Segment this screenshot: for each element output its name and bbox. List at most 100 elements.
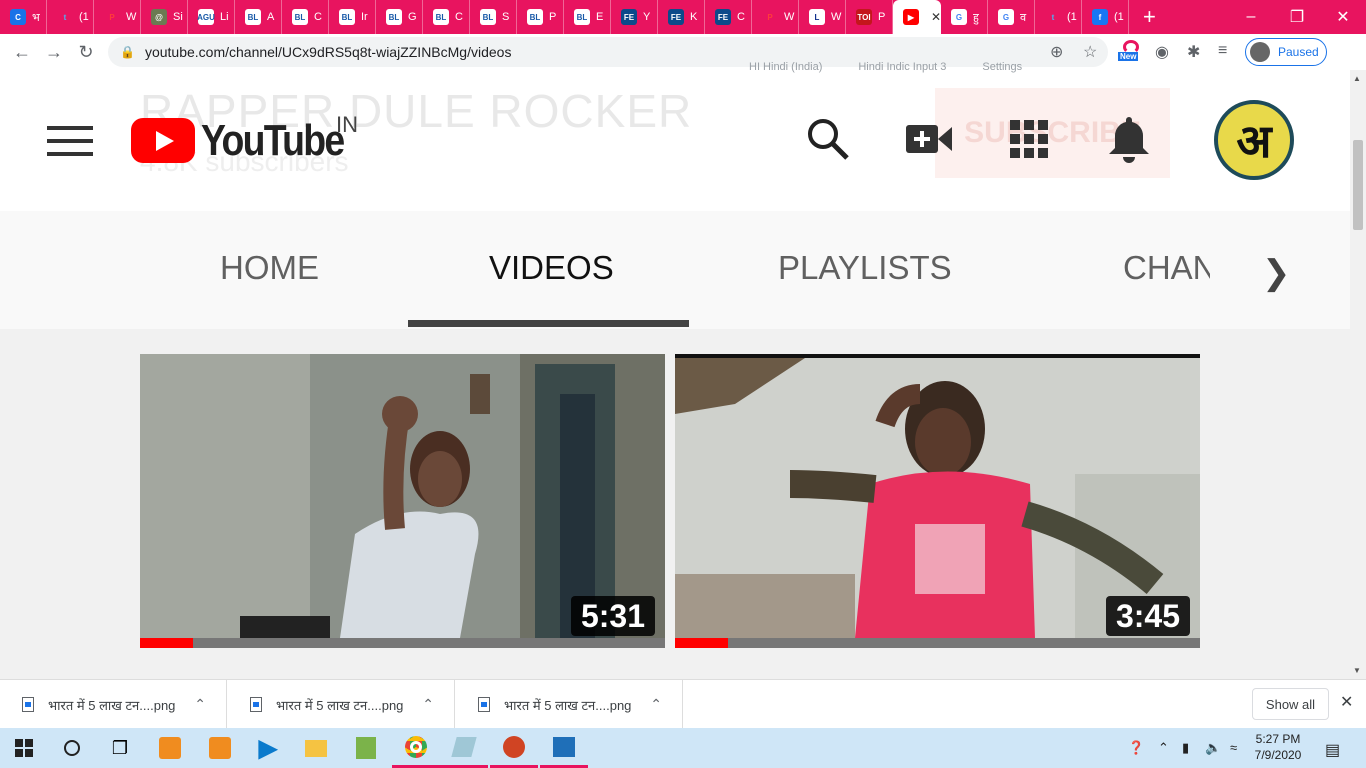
apps-grid-icon[interactable] bbox=[1005, 115, 1053, 163]
extension-new-icon[interactable]: New bbox=[1118, 40, 1144, 66]
browser-tab[interactable]: f (1 bbox=[1082, 0, 1129, 34]
browser-tab[interactable]: G हु bbox=[941, 0, 988, 34]
system-clock[interactable]: 5:27 PM 7/9/2020 bbox=[1248, 731, 1308, 763]
channel-avatar[interactable]: अ bbox=[1214, 100, 1294, 180]
minimize-button[interactable]: – bbox=[1228, 0, 1274, 34]
battery-icon[interactable]: ▮ bbox=[1182, 740, 1189, 756]
browser-tab[interactable]: BL E bbox=[564, 0, 611, 34]
download-item[interactable]: भारत में 5 लाख टन....png ⌃ bbox=[228, 680, 455, 729]
notifications-icon[interactable]: ▤ bbox=[1325, 740, 1340, 760]
tab-playlists[interactable]: PLAYLISTS bbox=[778, 249, 952, 287]
tab-favicon: BL bbox=[386, 9, 402, 25]
browser-tab[interactable]: FE C bbox=[705, 0, 752, 34]
ime-toolbar: HI Hindi (India) Hindi Indic Input 3 Set… bbox=[727, 58, 1083, 76]
profile-button[interactable]: Paused bbox=[1245, 38, 1327, 66]
restore-button[interactable]: ❐ bbox=[1274, 0, 1320, 34]
create-video-icon[interactable] bbox=[905, 115, 953, 163]
browser-tab[interactable]: t (1 bbox=[1035, 0, 1082, 34]
browser-tab[interactable]: ▶ ✕ bbox=[893, 0, 941, 34]
help-icon[interactable]: ❓ bbox=[1128, 740, 1144, 756]
chevron-up-icon[interactable]: ⌃ bbox=[650, 696, 662, 713]
browser-tab[interactable]: BL S bbox=[470, 0, 517, 34]
camera-extension-icon[interactable]: ◉ bbox=[1155, 42, 1169, 62]
ime-language[interactable]: HI Hindi (India) bbox=[749, 61, 822, 73]
browser-tab[interactable]: BL C bbox=[423, 0, 470, 34]
browser-tab[interactable]: BL P bbox=[517, 0, 564, 34]
chevron-up-icon[interactable]: ⌃ bbox=[422, 696, 434, 713]
download-item[interactable]: भारत में 5 लाख टन....png ⌃ bbox=[456, 680, 683, 729]
wifi-icon[interactable]: ≈ bbox=[1230, 740, 1237, 755]
browser-tab[interactable]: TOI P bbox=[846, 0, 893, 34]
tab-channels[interactable]: CHANNELS bbox=[1123, 249, 1210, 287]
new-tab-button[interactable]: + bbox=[1143, 4, 1163, 30]
tab-favicon: P bbox=[762, 9, 778, 25]
tab-title: Si bbox=[173, 11, 183, 23]
tab-home[interactable]: HOME bbox=[220, 249, 319, 287]
powerpoint-icon[interactable] bbox=[490, 728, 538, 768]
tab-favicon: BL bbox=[480, 9, 496, 25]
back-button[interactable]: ← bbox=[6, 36, 38, 68]
tab-title: K bbox=[690, 11, 698, 23]
download-filename: भारत में 5 लाख टन....png bbox=[504, 697, 632, 713]
task-view-icon[interactable]: ❐ bbox=[96, 728, 144, 768]
search-circle-icon[interactable] bbox=[48, 728, 96, 768]
browser-tab[interactable]: FE Y bbox=[611, 0, 658, 34]
browser-tab[interactable]: BL G bbox=[376, 0, 423, 34]
xampp-icon[interactable] bbox=[196, 728, 244, 768]
browser-tab[interactable]: @ Si bbox=[141, 0, 188, 34]
app-icon[interactable] bbox=[440, 728, 488, 768]
download-item[interactable]: भारत में 5 लाख टन....png ⌃ bbox=[0, 680, 227, 729]
browser-tab[interactable]: PW bbox=[752, 0, 799, 34]
youtube-logo[interactable]: YouTube IN bbox=[131, 112, 369, 164]
chevron-up-icon[interactable]: ⌃ bbox=[1158, 740, 1169, 756]
browser-tab[interactable]: AGU Li bbox=[188, 0, 235, 34]
tab-videos[interactable]: VIDEOS bbox=[489, 249, 614, 287]
page-scrollbar[interactable]: ▲ ▼ bbox=[1350, 70, 1366, 679]
clock-date: 7/9/2020 bbox=[1254, 748, 1302, 762]
browser-tab[interactable]: BL A bbox=[235, 0, 282, 34]
browser-tab[interactable]: FE K bbox=[658, 0, 705, 34]
bookmark-star-icon[interactable]: ☆ bbox=[1083, 42, 1097, 62]
browser-tab[interactable]: Cभ bbox=[0, 0, 47, 34]
scroll-down-arrow-icon[interactable]: ▼ bbox=[1353, 666, 1361, 675]
video-thumbnail[interactable]: 3:45 bbox=[675, 354, 1200, 638]
video-thumbnail[interactable]: 5:31 bbox=[140, 354, 665, 638]
browser-tab[interactable]: t (1 bbox=[47, 0, 94, 34]
url-text: youtube.com/channel/UCx9dRS5q8t-wiajZZIN… bbox=[144, 44, 512, 60]
xampp-icon[interactable] bbox=[146, 728, 194, 768]
tab-title: P bbox=[878, 11, 886, 23]
forward-button[interactable]: → bbox=[38, 36, 70, 68]
close-window-button[interactable]: ✕ bbox=[1320, 0, 1366, 34]
chrome-icon[interactable] bbox=[392, 728, 440, 768]
browser-tab[interactable]: Gव bbox=[988, 0, 1035, 34]
reload-button[interactable]: ↻ bbox=[70, 36, 102, 68]
close-icon[interactable]: ✕ bbox=[1340, 692, 1353, 712]
image-file-icon bbox=[478, 697, 490, 712]
tab-favicon: @ bbox=[151, 9, 167, 25]
show-all-downloads-button[interactable]: Show all bbox=[1252, 688, 1329, 720]
browser-tab[interactable]: BL C bbox=[282, 0, 329, 34]
chevron-right-icon[interactable]: ❯ bbox=[1262, 253, 1291, 293]
tab-favicon: AGU bbox=[197, 9, 215, 25]
scrollbar-thumb[interactable] bbox=[1353, 140, 1363, 230]
photos-icon[interactable] bbox=[540, 728, 588, 768]
scroll-up-arrow-icon[interactable]: ▲ bbox=[1353, 74, 1361, 83]
search-icon[interactable] bbox=[804, 115, 852, 163]
browser-tab[interactable]: LW bbox=[799, 0, 846, 34]
windows-start-icon[interactable] bbox=[0, 728, 48, 768]
file-explorer-icon[interactable] bbox=[292, 728, 340, 768]
vscode-icon[interactable]: ▶ bbox=[244, 728, 292, 768]
volume-icon[interactable]: 🔈 bbox=[1205, 740, 1221, 756]
tab-close-icon[interactable]: ✕ bbox=[931, 10, 940, 24]
media-control-icon[interactable]: ≡ bbox=[1218, 42, 1227, 60]
browser-tab[interactable]: PW bbox=[94, 0, 141, 34]
browser-tab[interactable]: BL Ir bbox=[329, 0, 376, 34]
hamburger-menu-icon[interactable] bbox=[47, 126, 93, 156]
ime-settings[interactable]: Settings bbox=[982, 61, 1022, 73]
notepad-icon[interactable] bbox=[342, 728, 390, 768]
notifications-bell-icon[interactable] bbox=[1105, 115, 1153, 163]
extensions-puzzle-icon[interactable]: ✱ bbox=[1187, 42, 1200, 62]
tab-favicon: t bbox=[57, 9, 73, 25]
ime-input-tool[interactable]: Hindi Indic Input 3 bbox=[858, 61, 946, 73]
chevron-up-icon[interactable]: ⌃ bbox=[194, 696, 206, 713]
